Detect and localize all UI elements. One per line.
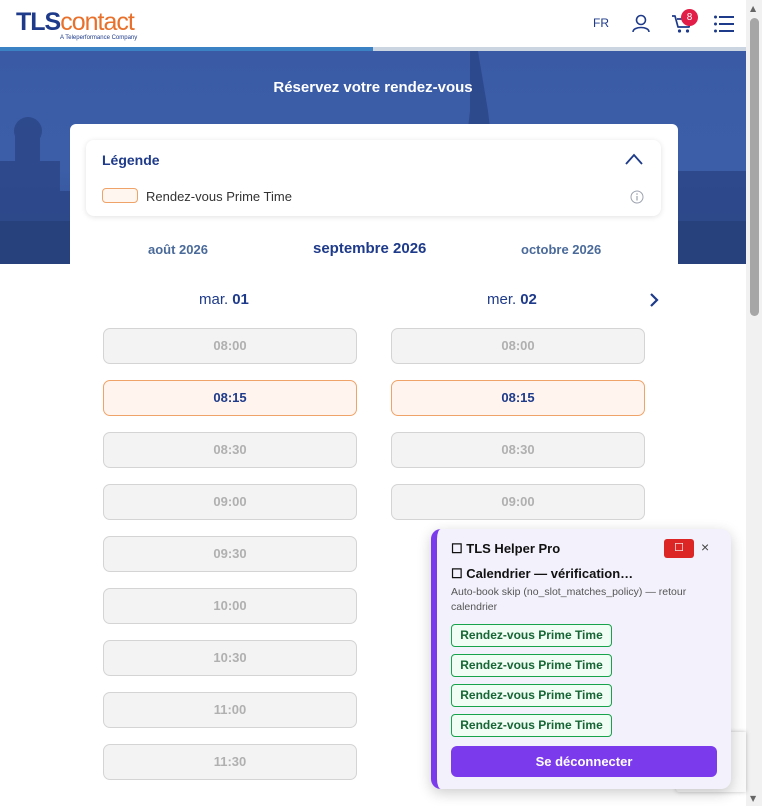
legend-panel: Légende Rendez-vous Prime Time: [86, 140, 661, 216]
chevron-right-icon[interactable]: [648, 292, 660, 308]
info-icon[interactable]: [630, 190, 644, 204]
time-slot[interactable]: 08:30: [103, 432, 357, 468]
time-slot[interactable]: 10:00: [103, 588, 357, 624]
day-weekday: mar.: [199, 291, 229, 308]
popup-stop-button[interactable]: ☐: [664, 539, 694, 558]
prev-month-tab[interactable]: août 2026: [148, 242, 208, 257]
day-number: 01: [232, 291, 249, 308]
popup-status: ☐ Calendrier — vérification…: [451, 566, 634, 581]
scroll-up-arrow[interactable]: ▲: [750, 4, 756, 13]
prime-time-tag: Rendez-vous Prime Time: [451, 624, 612, 647]
tlscontact-logo[interactable]: TLScontact A Teleperformance Company: [16, 8, 137, 41]
language-switch[interactable]: FR: [593, 16, 609, 30]
logo-contact-text: contact: [60, 8, 135, 36]
prime-time-swatch: [102, 188, 138, 203]
time-slot[interactable]: 10:30: [103, 640, 357, 676]
popup-description: Auto-book skip (no_slot_matches_policy) …: [451, 586, 687, 613]
time-slot[interactable]: 09:00: [391, 484, 645, 520]
time-slot[interactable]: 08:15: [391, 380, 645, 416]
page-title: Réservez votre rendez-vous: [273, 79, 473, 96]
time-slot[interactable]: 08:00: [391, 328, 645, 364]
menu-icon[interactable]: [713, 14, 735, 34]
time-slot[interactable]: 11:30: [103, 744, 357, 780]
prime-time-tag: Rendez-vous Prime Time: [451, 684, 612, 707]
time-slot[interactable]: 08:15: [103, 380, 357, 416]
scrollbar-thumb[interactable]: [750, 18, 759, 316]
time-slot[interactable]: 09:00: [103, 484, 357, 520]
time-slot[interactable]: 11:00: [103, 692, 357, 728]
day-header-1: mar. 01: [199, 291, 249, 308]
time-slot[interactable]: 09:30: [103, 536, 357, 572]
current-month-tab[interactable]: septembre 2026: [313, 240, 426, 257]
tls-helper-popup: ☐ TLS Helper Pro ☐ × ☐ Calendrier — véri…: [431, 529, 731, 789]
day-header-2: mer. 02: [487, 291, 537, 308]
time-slot[interactable]: 08:00: [103, 328, 357, 364]
logout-button[interactable]: Se déconnecter: [451, 746, 717, 777]
chevron-up-icon[interactable]: [624, 152, 644, 166]
scroll-down-arrow[interactable]: ▼: [750, 794, 756, 803]
time-slot[interactable]: 08:30: [391, 432, 645, 468]
next-month-tab[interactable]: octobre 2026: [521, 242, 601, 257]
day-weekday: mer.: [487, 291, 517, 308]
cart-count-badge: 8: [681, 9, 698, 26]
user-icon[interactable]: [631, 13, 651, 33]
legend-title: Légende: [102, 152, 160, 168]
popup-title: ☐ TLS Helper Pro: [451, 541, 561, 556]
prime-time-tag: Rendez-vous Prime Time: [451, 714, 612, 737]
legend-prime-label: Rendez-vous Prime Time: [146, 189, 292, 204]
prime-time-tag: Rendez-vous Prime Time: [451, 654, 612, 677]
logo-tls-text: TLS: [16, 8, 61, 36]
day-number: 02: [520, 291, 537, 308]
logo-subtitle: A Teleperformance Company: [60, 35, 138, 41]
top-header: TLScontact A Teleperformance Company FR …: [0, 0, 746, 48]
close-icon[interactable]: ×: [701, 539, 709, 555]
